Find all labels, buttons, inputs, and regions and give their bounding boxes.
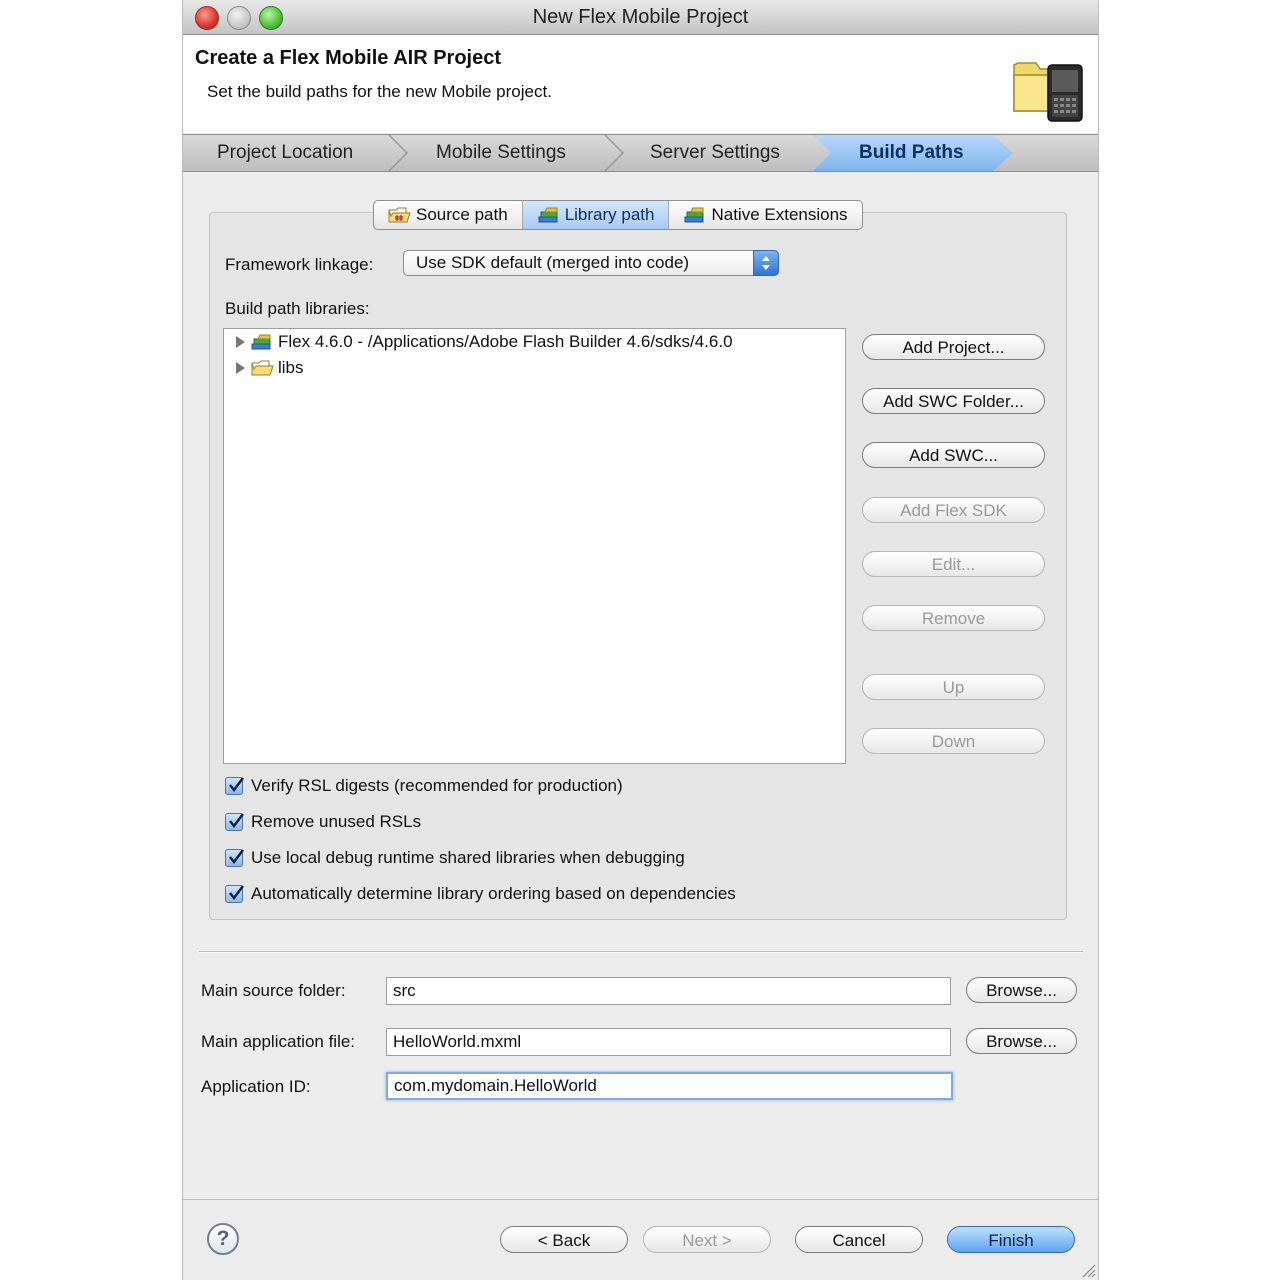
tab-source-path[interactable]: Source path	[374, 201, 523, 229]
checkmark-icon	[229, 777, 244, 793]
window-title: New Flex Mobile Project	[532, 6, 749, 28]
next-button[interactable]: Next >	[643, 1226, 771, 1253]
wizard-subtitle: Set the build paths for the new Mobile p…	[207, 82, 552, 101]
main-application-file-label: Main application file:	[201, 1032, 356, 1051]
remove-unused-rsls-checkbox[interactable]	[225, 813, 244, 831]
build-path-libraries-label: Build path libraries:	[225, 299, 370, 318]
add-project-button[interactable]: Add Project...	[862, 334, 1045, 360]
source-folder-icon	[388, 207, 411, 223]
framework-linkage-label: Framework linkage:	[225, 255, 374, 274]
mobile-project-icon	[1013, 62, 1083, 122]
build-path-libraries-tree[interactable]: Flex 4.6.0 - /Applications/Adobe Flash B…	[223, 328, 846, 764]
tree-item-label: libs	[278, 358, 304, 377]
local-debug-runtime-checkbox[interactable]	[225, 849, 244, 867]
tree-item-libs[interactable]: libs	[236, 357, 304, 379]
step-project-location[interactable]: Project Location	[217, 142, 353, 164]
add-swc-folder-button[interactable]: Add SWC Folder...	[862, 388, 1045, 414]
framework-linkage-value: Use SDK default (merged into code)	[416, 253, 690, 272]
verify-rsl-checkbox[interactable]	[225, 777, 244, 795]
checkbox-label: Verify RSL digests (recommended for prod…	[251, 776, 623, 795]
step-server-settings[interactable]: Server Settings	[650, 142, 780, 164]
cancel-button[interactable]: Cancel	[795, 1226, 923, 1253]
help-icon[interactable]: ?	[207, 1223, 239, 1255]
application-id-input[interactable]: com.mydomain.HelloWorld	[386, 1072, 953, 1100]
step-separator	[388, 135, 409, 171]
framework-linkage-select[interactable]: Use SDK default (merged into code)	[403, 250, 779, 276]
wizard-steps: Project Location Mobile Settings Server …	[183, 134, 1098, 172]
footer-divider	[183, 1199, 1098, 1200]
finish-button[interactable]: Finish	[947, 1226, 1075, 1253]
add-swc-button[interactable]: Add SWC...	[862, 442, 1045, 468]
step-build-paths[interactable]: Build Paths	[859, 142, 964, 164]
wizard-title: Create a Flex Mobile AIR Project	[195, 47, 502, 69]
step-mobile-settings[interactable]: Mobile Settings	[436, 142, 566, 164]
title-bar: New Flex Mobile Project	[183, 0, 1098, 35]
step-separator	[604, 135, 625, 171]
checkbox-label: Use local debug runtime shared libraries…	[251, 848, 685, 867]
build-path-tabs: Source path Library path Native Extensio…	[373, 200, 863, 230]
edit-button[interactable]: Edit...	[862, 551, 1045, 577]
tab-label: Native Extensions	[711, 205, 848, 224]
local-debug-runtime-checkbox-row[interactable]: Use local debug runtime shared libraries…	[225, 848, 685, 868]
tab-native-extensions[interactable]: Native Extensions	[669, 201, 861, 229]
section-divider	[199, 951, 1083, 953]
up-button[interactable]: Up	[862, 674, 1045, 700]
browse-source-folder-button[interactable]: Browse...	[966, 977, 1077, 1003]
main-source-folder-label: Main source folder:	[201, 981, 346, 1000]
auto-library-ordering-checkbox-row[interactable]: Automatically determine library ordering…	[225, 884, 736, 904]
verify-rsl-checkbox-row[interactable]: Verify RSL digests (recommended for prod…	[225, 776, 623, 796]
down-button[interactable]: Down	[862, 728, 1045, 754]
checkbox-label: Automatically determine library ordering…	[251, 884, 736, 903]
folder-icon	[251, 360, 274, 376]
checkmark-icon	[229, 813, 244, 829]
checkbox-label: Remove unused RSLs	[251, 812, 422, 831]
tab-library-path[interactable]: Library path	[522, 201, 670, 229]
back-button[interactable]: < Back	[500, 1226, 628, 1253]
remove-button[interactable]: Remove	[862, 605, 1045, 631]
add-flex-sdk-button[interactable]: Add Flex SDK	[862, 497, 1045, 523]
library-books-icon	[538, 207, 558, 223]
tab-label: Source path	[416, 205, 508, 224]
checkmark-icon	[229, 849, 244, 865]
dialog-window: New Flex Mobile Project Create a Flex Mo…	[182, 0, 1099, 1280]
sdk-library-icon	[251, 334, 271, 350]
select-arrows-icon	[753, 250, 779, 276]
tab-label: Library path	[564, 205, 655, 224]
wizard-header: Create a Flex Mobile AIR Project Set the…	[183, 35, 1098, 133]
auto-library-ordering-checkbox[interactable]	[225, 885, 244, 903]
expand-arrow-icon[interactable]	[236, 362, 245, 374]
expand-arrow-icon[interactable]	[236, 336, 245, 348]
main-application-file-input[interactable]: HelloWorld.mxml	[386, 1028, 951, 1056]
resize-grip-icon[interactable]	[1080, 1262, 1096, 1278]
application-id-label: Application ID:	[201, 1077, 311, 1096]
tree-item-label: Flex 4.6.0 - /Applications/Adobe Flash B…	[278, 332, 733, 351]
browse-application-file-button[interactable]: Browse...	[966, 1028, 1077, 1054]
main-source-folder-input[interactable]: src	[386, 977, 951, 1005]
tree-item-flex-sdk[interactable]: Flex 4.6.0 - /Applications/Adobe Flash B…	[236, 331, 733, 353]
remove-unused-rsls-checkbox-row[interactable]: Remove unused RSLs	[225, 812, 421, 832]
checkmark-icon	[229, 885, 244, 901]
native-ext-icon	[684, 207, 704, 223]
